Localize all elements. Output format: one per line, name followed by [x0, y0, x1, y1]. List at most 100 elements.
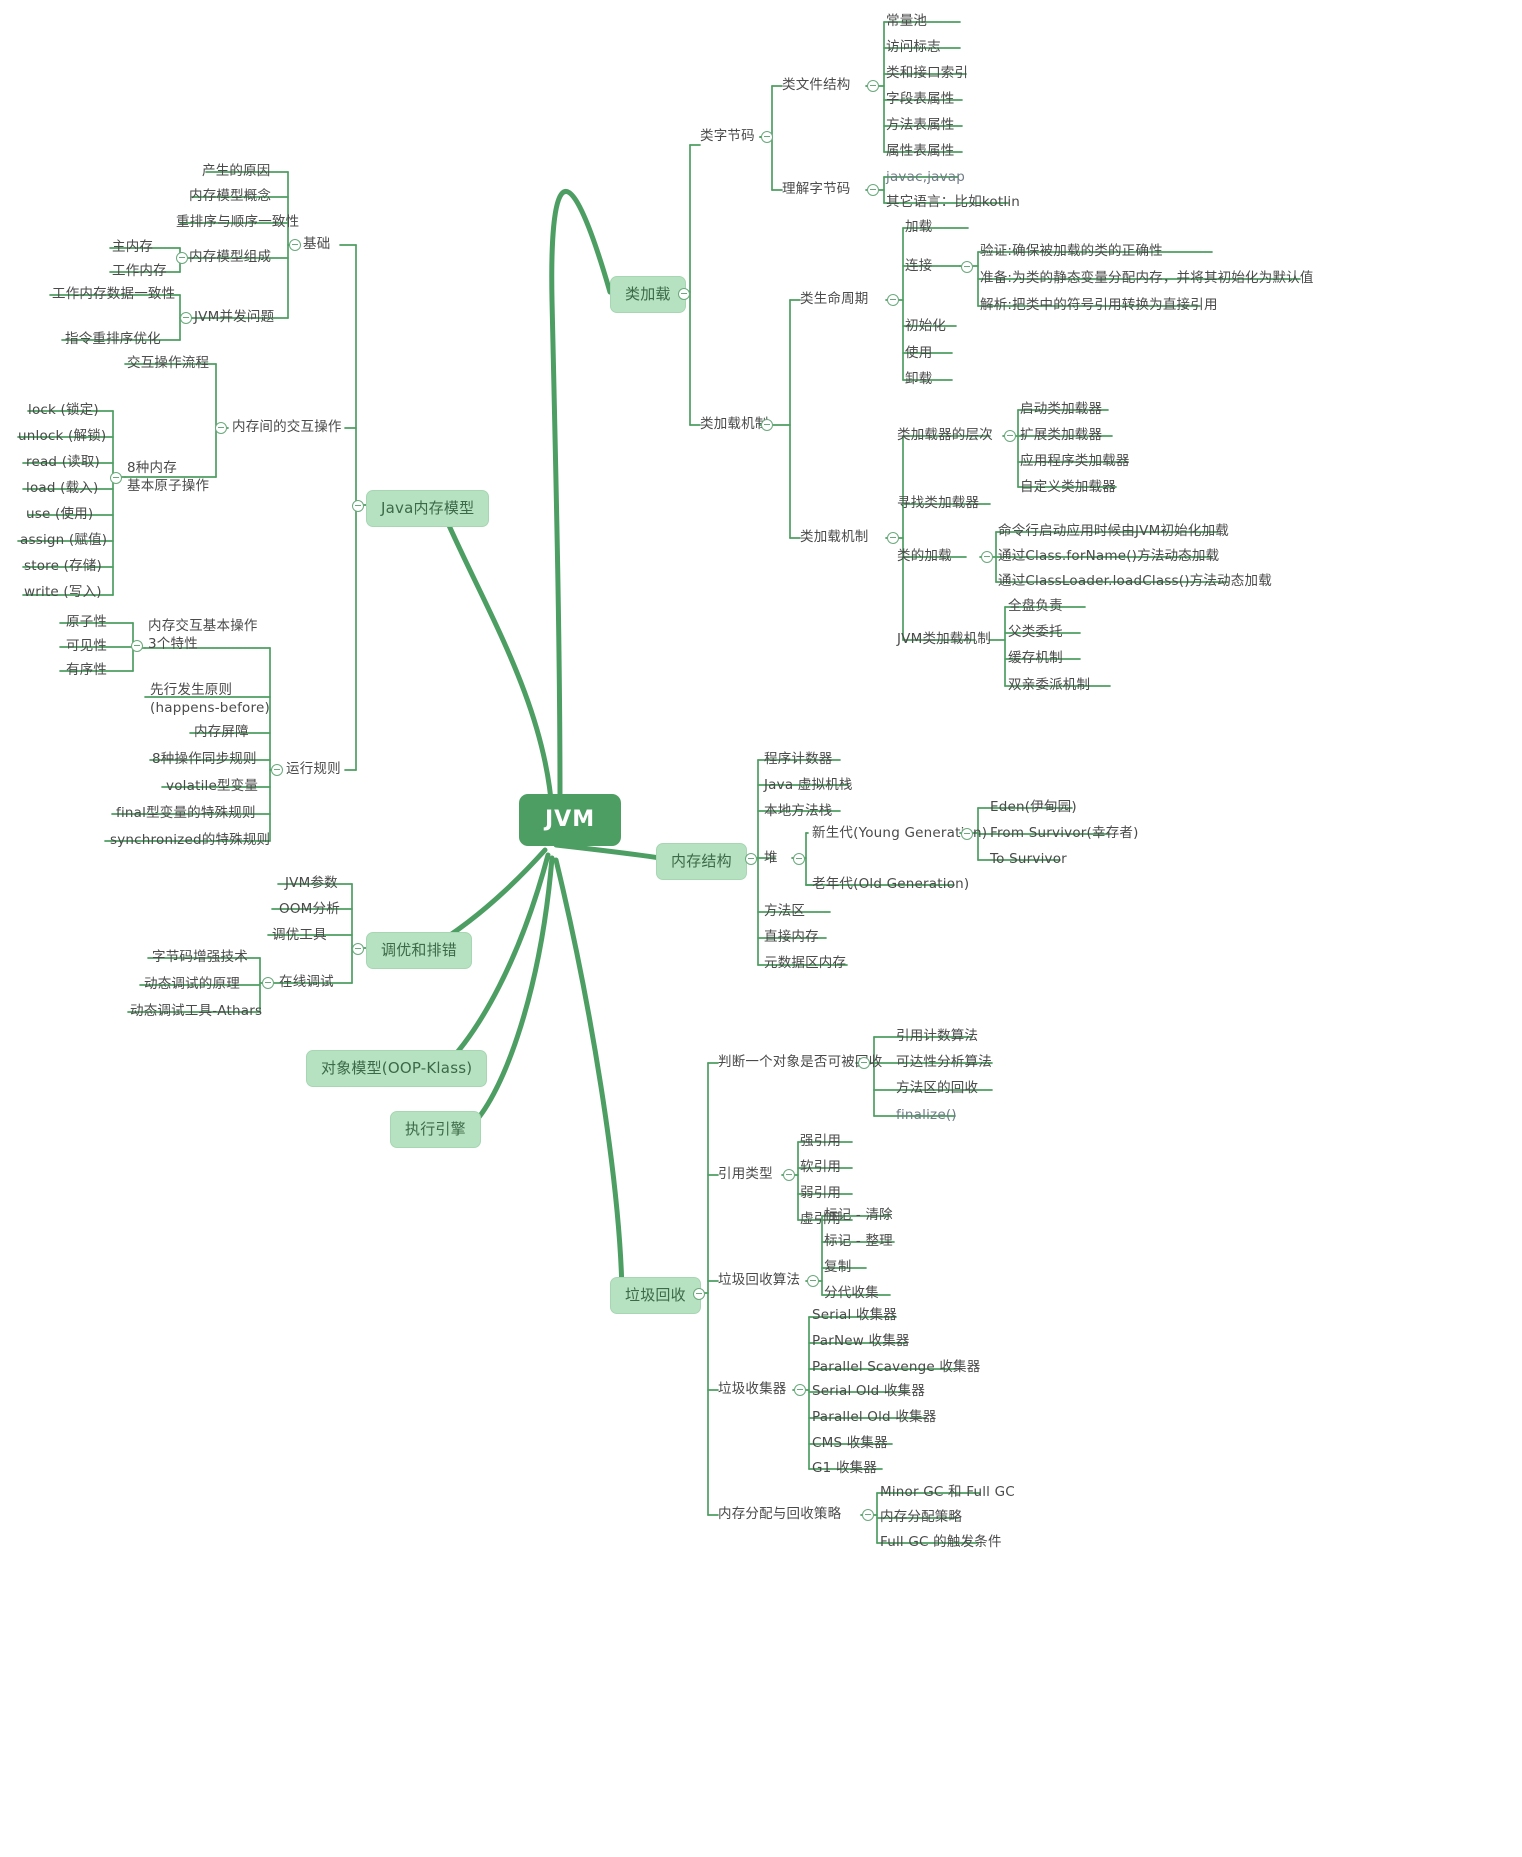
leaf-serial-old-collector[interactable]: Serial Old 收集器	[812, 1383, 925, 1400]
toggle-young-generation-icon[interactable]	[961, 828, 973, 840]
leaf-generational[interactable]: 分代收集	[824, 1285, 879, 1302]
leaf-instruction-reorder[interactable]: 指令重排序优化	[65, 331, 161, 348]
leaf-method-table[interactable]: 方法表属性	[886, 117, 955, 134]
leaf-to-survivor[interactable]: To Survivor	[990, 851, 1067, 868]
toggle-loader-mechanism-icon[interactable]	[887, 532, 899, 544]
leaf-op-lock[interactable]: lock (锁定)	[28, 402, 99, 419]
leaf-lifecycle-link[interactable]: 连接	[905, 258, 932, 275]
node-jvm-concurrency[interactable]: JVM并发问题	[194, 309, 274, 326]
leaf-copying[interactable]: 复制	[824, 1259, 851, 1276]
toggle-class-loading-icon[interactable]	[678, 288, 690, 300]
leaf-mark-compact[interactable]: 标记 - 整理	[824, 1233, 893, 1250]
leaf-eden[interactable]: Eden(伊甸园)	[990, 799, 1077, 816]
leaf-method-area-gc[interactable]: 方法区的回收	[896, 1080, 978, 1097]
node-class-loading-mechanism[interactable]: 类加载机制	[700, 416, 769, 433]
leaf-forname-load[interactable]: 通过Class.forName()方法动态加载	[998, 548, 1219, 565]
leaf-from-survivor[interactable]: From Survivor(幸存者)	[990, 825, 1139, 842]
leaf-finalize[interactable]: finalize()	[896, 1107, 957, 1124]
branch-gc[interactable]: 垃圾回收	[610, 1277, 701, 1314]
leaf-bootstrap-loader[interactable]: 启动类加载器	[1020, 401, 1102, 418]
toggle-heap-icon[interactable]	[793, 853, 805, 865]
leaf-dynamic-debug-principle[interactable]: 动态调试的原理	[144, 976, 240, 993]
branch-tuning[interactable]: 调优和排错	[366, 932, 473, 969]
leaf-class-interface-index[interactable]: 类和接口索引	[886, 65, 968, 82]
leaf-atomicity[interactable]: 原子性	[66, 614, 107, 631]
toggle-loader-levels-icon[interactable]	[1004, 430, 1016, 442]
node-jmm-basics[interactable]: 基础	[303, 236, 330, 253]
leaf-interaction-flow[interactable]: 交互操作流程	[127, 355, 209, 372]
leaf-athars-tool[interactable]: 动态调试工具-Athars	[130, 1003, 262, 1020]
leaf-visibility[interactable]: 可见性	[66, 638, 107, 655]
node-class-file-structure[interactable]: 类文件结构	[782, 77, 851, 94]
node-understand-bytecode[interactable]: 理解字节码	[782, 181, 851, 198]
leaf-op-store[interactable]: store (存储)	[24, 558, 102, 575]
toggle-class-loading-mechanism-icon[interactable]	[761, 419, 773, 431]
leaf-ext-loader[interactable]: 扩展类加载器	[1020, 427, 1102, 444]
leaf-origin-reason[interactable]: 产生的原因	[202, 163, 271, 180]
leaf-oom-analysis[interactable]: OOM分析	[279, 901, 340, 918]
leaf-method-area[interactable]: 方法区	[764, 903, 805, 920]
leaf-native-stack[interactable]: 本地方法栈	[764, 803, 833, 820]
branch-memory-structure[interactable]: 内存结构	[656, 843, 747, 880]
toggle-allocation-policy-icon[interactable]	[862, 1509, 874, 1521]
leaf-op-read[interactable]: read (读取)	[26, 454, 100, 471]
node-memory-interaction[interactable]: 内存间的交互操作	[232, 419, 342, 436]
leaf-alloc-strategy[interactable]: 内存分配策略	[880, 1509, 962, 1526]
branch-object-model[interactable]: 对象模型(OOP-Klass)	[306, 1050, 488, 1087]
leaf-volatile-var[interactable]: volatile型变量	[166, 778, 258, 795]
leaf-metaspace[interactable]: 元数据区内存	[764, 955, 846, 972]
leaf-jvm-params[interactable]: JVM参数	[285, 875, 338, 892]
node-class-load[interactable]: 类的加载	[897, 548, 952, 565]
toggle-bytecode-icon[interactable]	[761, 131, 773, 143]
toggle-gc-algorithms-icon[interactable]	[807, 1275, 819, 1287]
leaf-ordering[interactable]: 有序性	[66, 662, 107, 679]
toggle-understand-bytecode-icon[interactable]	[867, 184, 879, 196]
node-loader-mechanism[interactable]: 类加载机制	[800, 529, 869, 546]
leaf-other-languages[interactable]: 其它语言：比如kotlin	[886, 194, 1020, 211]
leaf-full-gc-trigger[interactable]: Full GC 的触发条件	[880, 1534, 1002, 1551]
toggle-judge-recyclable-icon[interactable]	[858, 1057, 870, 1069]
leaf-happens-before[interactable]: 先行发生原则 (happens-before)	[150, 682, 270, 717]
leaf-lifecycle-use[interactable]: 使用	[905, 345, 932, 362]
leaf-custom-loader[interactable]: 自定义类加载器	[1020, 479, 1116, 496]
leaf-final-var-rules[interactable]: final型变量的特殊规则	[116, 805, 256, 822]
leaf-program-counter[interactable]: 程序计数器	[764, 751, 833, 768]
leaf-op-assign[interactable]: assign (赋值)	[20, 532, 107, 549]
toggle-ref-types-icon[interactable]	[783, 1169, 795, 1181]
leaf-memory-barrier[interactable]: 内存屏障	[194, 724, 249, 741]
leaf-g1-collector[interactable]: G1 收集器	[812, 1460, 877, 1477]
leaf-full-responsibility[interactable]: 全盘负责	[1008, 598, 1063, 615]
leaf-parent-delegate[interactable]: 父类委托	[1008, 624, 1063, 641]
toggle-class-lifecycle-icon[interactable]	[887, 294, 899, 306]
node-class-lifecycle[interactable]: 类生命周期	[800, 291, 869, 308]
node-bytecode[interactable]: 类字节码	[700, 128, 755, 145]
leaf-parallel-scavenge-collector[interactable]: Parallel Scavenge 收集器	[812, 1359, 980, 1376]
leaf-parallel-old-collector[interactable]: Parallel Old 收集器	[812, 1409, 936, 1426]
leaf-reorder-consistency[interactable]: 重排序与顺序一致性	[176, 214, 299, 231]
leaf-minor-full-gc[interactable]: Minor GC 和 Full GC	[880, 1484, 1015, 1501]
node-find-loader[interactable]: 寻找类加载器	[897, 495, 979, 512]
node-loader-levels[interactable]: 类加载器的层次	[897, 427, 993, 444]
leaf-cms-collector[interactable]: CMS 收集器	[812, 1435, 888, 1452]
leaf-lifecycle-init[interactable]: 初始化	[905, 318, 946, 335]
leaf-main-memory[interactable]: 主内存	[112, 239, 153, 256]
leaf-mark-sweep[interactable]: 标记 - 清除	[824, 1207, 893, 1224]
leaf-attribute-table[interactable]: 属性表属性	[886, 143, 955, 160]
leaf-field-table[interactable]: 字段表属性	[886, 91, 955, 108]
node-old-generation[interactable]: 老年代(Old Generation)	[812, 876, 969, 893]
leaf-memory-model-concept[interactable]: 内存模型概念	[189, 188, 271, 205]
leaf-link-verify[interactable]: 验证:确保被加载的类的正确性	[980, 243, 1163, 260]
node-online-debug[interactable]: 在线调试	[279, 974, 334, 991]
node-gc-collectors[interactable]: 垃圾收集器	[718, 1381, 787, 1398]
leaf-work-memory-consistency[interactable]: 工作内存数据一致性	[52, 286, 175, 303]
toggle-online-debug-icon[interactable]	[262, 977, 274, 989]
leaf-link-resolve[interactable]: 解析:把类中的符号引用转换为直接引用	[980, 297, 1218, 314]
toggle-memory-structure-icon[interactable]	[745, 853, 757, 865]
branch-exec-engine[interactable]: 执行引擎	[390, 1111, 481, 1148]
node-runtime-rules[interactable]: 运行规则	[286, 761, 341, 778]
node-allocation-policy[interactable]: 内存分配与回收策略	[718, 1506, 841, 1523]
toggle-tuning-icon[interactable]	[352, 943, 364, 955]
leaf-jvm-stack[interactable]: Java 虚拟机栈	[764, 777, 853, 794]
leaf-op-load[interactable]: load (载入)	[26, 480, 98, 497]
leaf-link-prepare[interactable]: 准备:为类的静态变量分配内存，并将其初始化为默认值	[980, 270, 1314, 287]
